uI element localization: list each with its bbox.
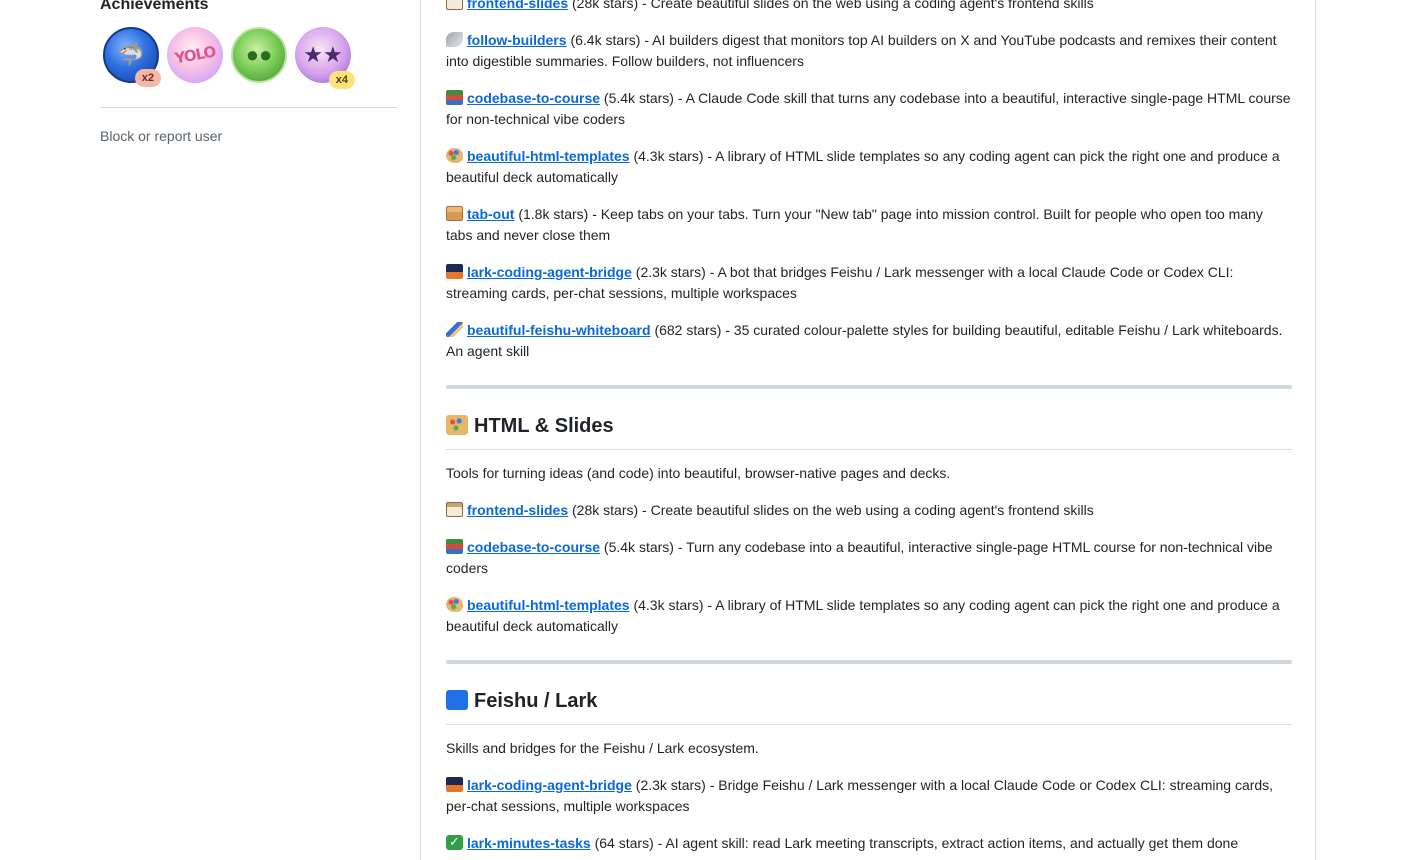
achievement-badges: 🦈 x2 YOLO ●● ★★ x4 [103,27,355,89]
bridge-emoji-icon [446,777,463,792]
repo-link-codebase-to-course[interactable]: codebase-to-course [467,90,600,106]
books-emoji-icon [446,90,463,105]
section-heading: Feishu / Lark [446,688,1292,725]
repo-description: (1.8k stars) - Keep tabs on your tabs. T… [446,206,1263,243]
paintbrush-emoji-icon [446,322,463,337]
repo-link-frontend-slides[interactable]: frontend-slides [467,0,568,11]
list-item: lark-minutes-tasks (64 stars) - AI agent… [446,832,1292,854]
box-emoji-icon [446,206,463,221]
pair-extraordinaire-badge-icon[interactable]: ●● [231,27,287,83]
repo-link-lark-coding-agent-bridge[interactable]: lark-coding-agent-bridge [467,264,632,280]
repo-link-beautiful-html-templates[interactable]: beautiful-html-templates [467,597,630,613]
slides-emoji-icon [446,502,463,517]
repo-description: (28k stars) - Create beautiful slides on… [568,502,1094,518]
list-item: beautiful-feishu-whiteboard (682 stars) … [446,320,1292,362]
badge-count: x4 [328,71,355,89]
yolo-glyph: YOLO [173,42,217,68]
repo-link-lark-coding-agent-bridge[interactable]: lark-coding-agent-bridge [467,777,632,793]
section-heading-text: Feishu / Lark [474,690,598,712]
readme-panel: frontend-slides (28k stars) - Create bea… [420,0,1316,860]
repo-link-codebase-to-course[interactable]: codebase-to-course [467,539,600,555]
list-item: tab-out (1.8k stars) - Keep tabs on your… [446,204,1292,246]
list-item: lark-coding-agent-bridge (2.3k stars) - … [446,262,1292,304]
bridge-emoji-icon [446,264,463,279]
list-item: codebase-to-course (5.4k stars) - Turn a… [446,537,1292,579]
list-item: frontend-slides (28k stars) - Create bea… [446,0,1292,14]
section-divider [446,385,1292,389]
list-item: lark-coding-agent-bridge (2.3k stars) - … [446,775,1292,817]
section-heading-text: HTML & Slides [474,415,614,437]
peas-glyph-icon: ●● [245,42,273,67]
palette-emoji-icon [446,415,468,435]
repo-link-frontend-slides[interactable]: frontend-slides [467,502,568,518]
repo-link-lark-minutes-tasks[interactable]: lark-minutes-tasks [467,835,591,851]
yolo-badge-icon[interactable]: YOLO [167,27,223,83]
repo-description: (28k stars) - Create beautiful slides on… [568,0,1094,11]
starstruck-badge-icon[interactable]: ★★ x4 [295,27,355,89]
palette-emoji-icon [446,597,463,612]
repo-link-follow-builders[interactable]: follow-builders [467,32,567,48]
list-item: beautiful-html-templates (4.3k stars) - … [446,146,1292,188]
check-mark-emoji-icon [446,832,463,853]
achievements-heading: Achievements [100,0,209,13]
list-item: beautiful-html-templates (4.3k stars) - … [446,595,1292,637]
repo-link-beautiful-html-templates[interactable]: beautiful-html-templates [467,148,630,164]
slides-emoji-icon [446,0,463,10]
list-item: follow-builders (6.4k stars) - AI builde… [446,30,1292,72]
section-divider [446,660,1292,664]
list-item: frontend-slides (28k stars) - Create bea… [446,500,1292,521]
list-item: codebase-to-course (5.4k stars) - A Clau… [446,88,1292,130]
badge-count: x2 [134,69,161,87]
repo-link-beautiful-feishu-whiteboard[interactable]: beautiful-feishu-whiteboard [467,322,651,338]
section-intro: Skills and bridges for the Feishu / Lark… [446,740,759,756]
repo-description: (64 stars) - AI agent skill: read Lark m… [590,835,1239,851]
repo-description: (6.4k stars) - AI builders digest that m… [446,32,1277,69]
books-emoji-icon [446,539,463,554]
palette-emoji-icon [446,148,463,163]
shark-badge-icon[interactable]: 🦈 x2 [103,27,161,87]
repo-link-tab-out[interactable]: tab-out [467,206,514,222]
satellite-emoji-icon [446,32,463,47]
blue-square-emoji-icon [446,690,468,710]
section-intro: Tools for turning ideas (and code) into … [446,465,951,481]
sidebar-divider [100,107,397,108]
section-heading: HTML & Slides [446,413,1292,450]
block-report-link[interactable]: Block or report user [100,128,222,144]
